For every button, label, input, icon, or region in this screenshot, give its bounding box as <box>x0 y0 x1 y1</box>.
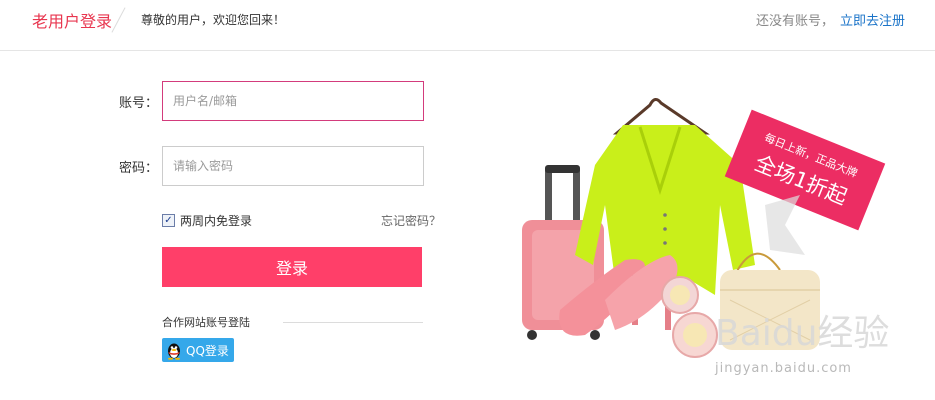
baidu-watermark: Baidu经验 <box>715 313 889 354</box>
remember-label: 两周内免登录 <box>180 214 253 228</box>
no-account-text: 还没有账号， <box>756 14 835 29</box>
password-input[interactable] <box>162 146 424 186</box>
account-label: 账号： <box>119 96 159 111</box>
qq-login-button[interactable]: QQ登录 <box>162 338 234 362</box>
forgot-password-link[interactable]: 忘记密码？ <box>381 212 441 229</box>
top-bar: 老用户登录 尊敬的用户，欢迎您回来！ 还没有账号， 立即去注册 <box>0 0 935 51</box>
remember-me[interactable]: ✓ 两周内免登录 <box>162 212 252 229</box>
password-label: 密码： <box>119 161 159 176</box>
qq-penguin-icon <box>168 343 180 360</box>
promo-ribbon: 每日上新，正品大牌 全场1折起 <box>724 109 886 231</box>
page-title: 老用户登录 <box>32 12 113 31</box>
login-button[interactable]: 登录 <box>162 247 422 287</box>
welcome-message: 尊敬的用户，欢迎您回来！ <box>141 13 286 27</box>
watermark-url: jingyan.baidu.com <box>715 361 852 376</box>
promo-image: 每日上新，正品大牌 全场1折起 Baidu经验 <box>522 98 889 358</box>
title-divider <box>111 7 126 33</box>
register-link[interactable]: 立即去注册 <box>840 10 905 29</box>
account-input[interactable] <box>162 81 424 121</box>
qq-login-label: QQ登录 <box>186 343 229 358</box>
partner-divider <box>283 322 423 323</box>
partner-login-title: 合作网站账号登陆 <box>162 316 250 329</box>
remember-checkbox[interactable]: ✓ <box>162 214 175 227</box>
